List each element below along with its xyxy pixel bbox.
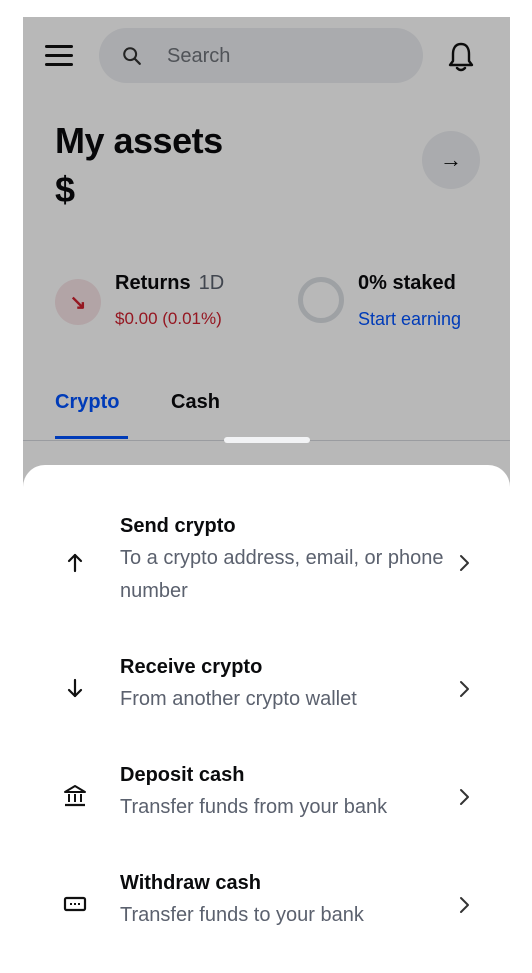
- arrow-up-icon: [67, 553, 83, 573]
- row-subtitle: Transfer funds to your bank: [120, 904, 364, 926]
- deposit-cash-row[interactable]: Deposit cash Transfer funds from your ba…: [23, 758, 510, 838]
- chevron-right-icon: [460, 681, 469, 697]
- row-title: Receive crypto: [120, 656, 263, 678]
- row-subtitle: Transfer funds from your bank: [120, 796, 388, 818]
- chevron-right-icon: [460, 897, 469, 913]
- row-title: Withdraw cash: [120, 872, 261, 894]
- bank-icon: [64, 785, 86, 807]
- row-title: Send crypto: [120, 515, 236, 537]
- receive-crypto-row[interactable]: Receive crypto From another crypto walle…: [23, 650, 510, 730]
- arrow-down-icon: [67, 678, 83, 698]
- sheet-drag-handle[interactable]: [224, 437, 310, 443]
- withdraw-cash-row[interactable]: Withdraw cash Transfer funds to your ban…: [23, 866, 510, 946]
- row-subtitle: From another crypto wallet: [120, 688, 357, 710]
- cash-icon: [63, 896, 87, 912]
- chevron-right-icon: [460, 555, 469, 571]
- app-frame: My assets $ → ↘ Returns1D $0.00 (0.01%) …: [23, 17, 510, 973]
- actions-bottom-sheet: Send crypto To a crypto address, email, …: [23, 465, 510, 973]
- row-subtitle: To a crypto address, email, or phone num…: [120, 547, 444, 602]
- row-title: Deposit cash: [120, 764, 245, 786]
- send-crypto-row[interactable]: Send crypto To a crypto address, email, …: [23, 509, 510, 619]
- chevron-right-icon: [460, 789, 469, 805]
